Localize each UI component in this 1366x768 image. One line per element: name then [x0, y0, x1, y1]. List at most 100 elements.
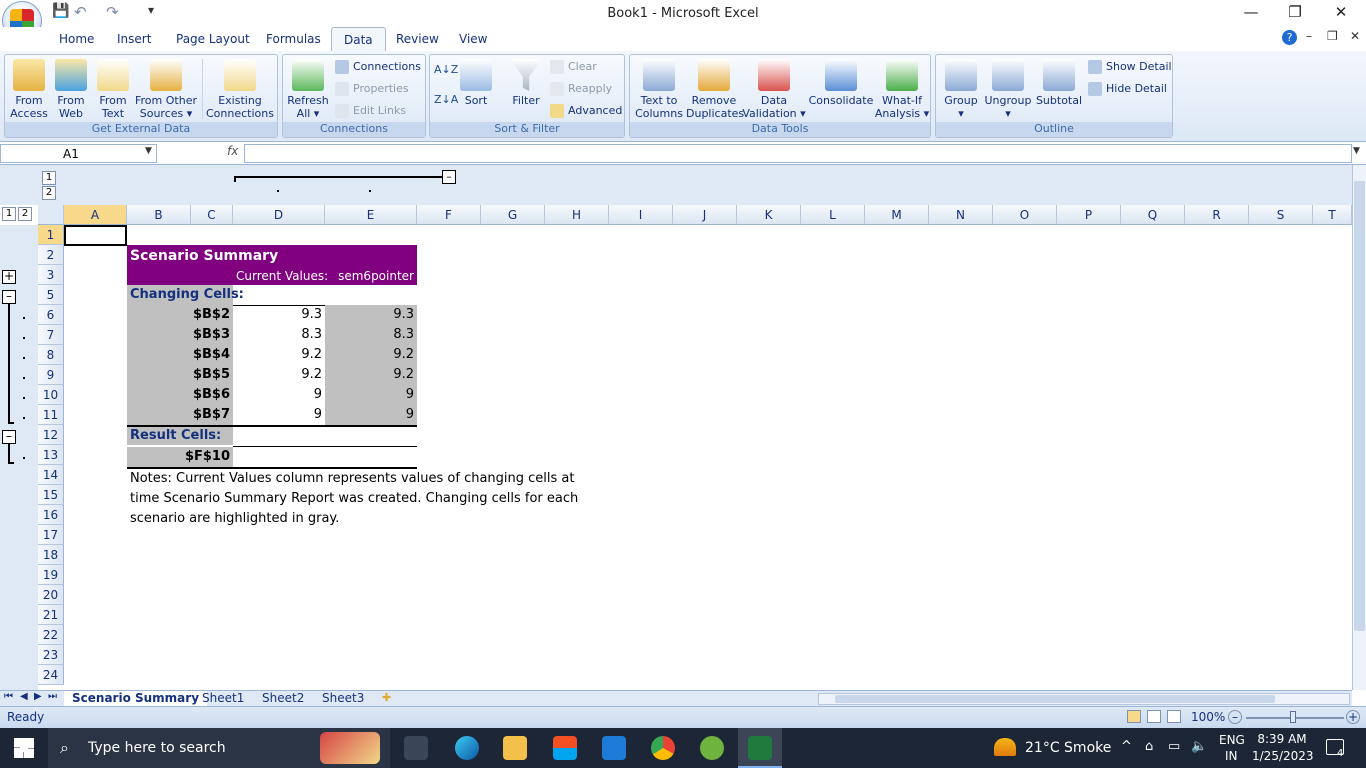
file-explorer-icon[interactable] — [503, 736, 527, 760]
column-header[interactable]: C — [191, 205, 233, 225]
show-detail-button[interactable]: Show Detail — [1086, 58, 1172, 76]
next-sheet-icon[interactable]: ▶ — [34, 691, 42, 702]
page-break-view-icon[interactable] — [1167, 710, 1181, 723]
from-other-sources-button[interactable]: From Other Sources ▾ — [133, 59, 199, 120]
column-header[interactable]: G — [481, 205, 545, 225]
row-header[interactable]: 7 — [38, 325, 64, 345]
column-header[interactable]: P — [1057, 205, 1121, 225]
task-view-icon[interactable] — [404, 736, 428, 760]
normal-view-icon[interactable] — [1127, 710, 1141, 723]
reapply-button[interactable]: Reapply — [548, 80, 612, 98]
row-header[interactable]: 6 — [38, 305, 64, 325]
column-header[interactable]: E — [325, 205, 417, 225]
from-web-button[interactable]: From Web — [51, 59, 91, 120]
column-header[interactable]: D — [233, 205, 325, 225]
formula-input[interactable] — [244, 144, 1352, 163]
row-header[interactable]: 16 — [38, 505, 64, 525]
taskbar-search[interactable]: ⌕ Type here to search — [48, 728, 390, 768]
row-header[interactable]: 3 — [38, 265, 64, 285]
data-validation-button[interactable]: Data Validation ▾ — [742, 59, 806, 120]
sheet-tab-sheet3[interactable]: Sheet3 — [314, 691, 372, 707]
existing-connections-button[interactable]: Existing Connections — [205, 59, 275, 120]
close-button[interactable]: ✕ — [1318, 0, 1364, 27]
first-sheet-icon[interactable]: ⏮ — [4, 691, 13, 702]
row-header[interactable]: 1 — [38, 225, 64, 245]
from-text-button[interactable]: From Text — [93, 59, 133, 120]
insert-sheet-icon[interactable]: ✚ — [382, 691, 391, 704]
select-all-corner[interactable] — [38, 205, 64, 225]
filter-button[interactable]: Filter — [504, 59, 548, 107]
clock-date[interactable]: 1/25/2023 — [1252, 749, 1314, 763]
zoom-in-icon[interactable]: + — [1346, 710, 1360, 724]
column-header[interactable]: N — [929, 205, 993, 225]
column-level-1-button[interactable]: 1 — [42, 171, 56, 185]
refresh-all-button[interactable]: Refresh All ▾ — [285, 59, 331, 120]
row-header[interactable]: 19 — [38, 565, 64, 585]
tab-review[interactable]: Review — [384, 27, 451, 51]
ribbon-close-icon[interactable]: ✕ — [1350, 29, 1360, 43]
display-icon[interactable]: ▭ — [1168, 739, 1180, 754]
row-header[interactable]: 22 — [38, 625, 64, 645]
what-if-analysis-button[interactable]: What-If Analysis ▾ — [874, 59, 930, 120]
row-expand-button[interactable]: + — [2, 270, 16, 284]
sheet-tab-sheet2[interactable]: Sheet2 — [254, 691, 312, 707]
row-header[interactable]: 24 — [38, 665, 64, 685]
row-header[interactable]: 17 — [38, 525, 64, 545]
horizontal-scrollbar[interactable] — [818, 693, 1350, 705]
name-box-dropdown-icon[interactable]: ▼ — [145, 146, 152, 156]
column-header[interactable]: A — [64, 205, 127, 225]
save-icon[interactable]: 💾 — [52, 3, 69, 19]
subtotal-button[interactable]: Subtotal — [1034, 59, 1084, 107]
language-secondary[interactable]: IN — [1225, 749, 1238, 763]
remove-duplicates-button[interactable]: Remove Duplicates — [686, 59, 744, 120]
clock-time[interactable]: 8:39 AM — [1257, 732, 1307, 746]
advanced-button[interactable]: Advanced — [548, 102, 622, 120]
language-primary[interactable]: ENG — [1219, 733, 1245, 747]
prev-sheet-icon[interactable]: ◀ — [20, 691, 28, 702]
row-header[interactable]: 18 — [38, 545, 64, 565]
edge-icon[interactable] — [455, 736, 479, 760]
tab-view[interactable]: View — [447, 27, 499, 51]
tab-formulas[interactable]: Formulas — [254, 27, 333, 51]
column-header[interactable]: I — [609, 205, 673, 225]
row-header[interactable]: 12 — [38, 425, 64, 445]
row-header[interactable]: 14 — [38, 465, 64, 485]
ungroup-button[interactable]: Ungroup ▾ — [984, 59, 1032, 120]
column-header[interactable]: S — [1249, 205, 1313, 225]
edit-links-button[interactable]: Edit Links — [333, 102, 406, 120]
tab-page-layout[interactable]: Page Layout — [164, 27, 262, 51]
restore-button[interactable]: ❐ — [1272, 0, 1318, 27]
name-box[interactable]: A1 — [0, 144, 157, 163]
ribbon-minimize-icon[interactable]: – — [1306, 29, 1312, 43]
volume-icon[interactable]: 🔈 — [1191, 739, 1207, 754]
row-header[interactable]: 11 — [38, 405, 64, 425]
row-header[interactable]: 20 — [38, 585, 64, 605]
column-header[interactable]: H — [545, 205, 609, 225]
row-header[interactable]: 13 — [38, 445, 64, 465]
customize-qat-icon[interactable]: ▾ — [148, 3, 154, 17]
sort-z-a-icon[interactable]: Z↓A — [434, 93, 458, 106]
column-header[interactable]: T — [1313, 205, 1352, 225]
help-icon[interactable]: ? — [1282, 30, 1297, 45]
zoom-slider-thumb[interactable] — [1290, 711, 1296, 723]
zoom-level[interactable]: 100% — [1191, 710, 1225, 724]
column-header[interactable]: L — [801, 205, 865, 225]
vertical-scrollbar[interactable] — [1352, 165, 1366, 690]
sheet-tab-scenario-summary[interactable]: Scenario Summary — [64, 691, 208, 707]
row-collapse-button[interactable]: – — [2, 290, 16, 304]
last-sheet-icon[interactable]: ⏭ — [48, 691, 57, 702]
group-button[interactable]: Group ▾ — [938, 59, 984, 120]
ribbon-restore-icon[interactable]: ❐ — [1327, 29, 1338, 43]
sheet-tab-sheet1[interactable]: Sheet1 — [194, 691, 252, 707]
row-header[interactable]: 15 — [38, 485, 64, 505]
qgis-icon[interactable] — [700, 736, 724, 760]
chrome-icon[interactable] — [651, 736, 675, 760]
windows-start-icon[interactable] — [14, 738, 34, 758]
from-access-button[interactable]: From Access — [7, 59, 51, 120]
page-layout-view-icon[interactable] — [1147, 710, 1161, 723]
store-icon[interactable] — [553, 736, 577, 760]
sort-button[interactable]: Sort — [456, 59, 496, 107]
minimize-button[interactable]: — — [1228, 0, 1274, 27]
tab-home[interactable]: Home — [47, 27, 106, 51]
horizontal-scroll-thumb[interactable] — [835, 695, 1275, 703]
